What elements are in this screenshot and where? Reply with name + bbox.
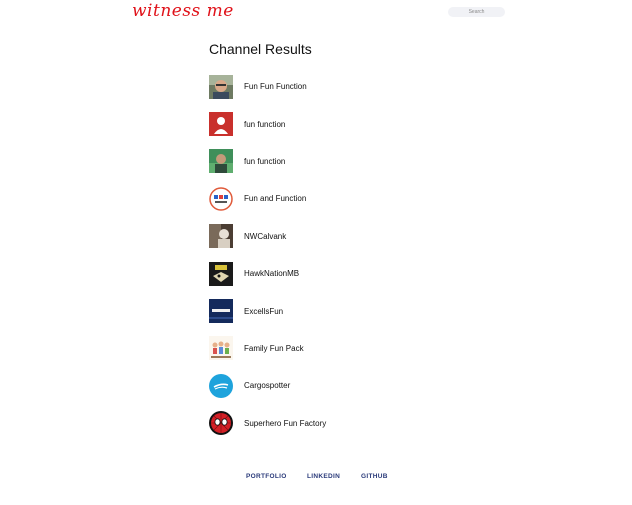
ship-logo-icon (209, 373, 233, 398)
channel-name[interactable]: Fun and Function (244, 194, 306, 203)
channel-result-item[interactable]: ExcellsFun (209, 292, 326, 329)
family-cartoon-icon (209, 336, 233, 361)
excelisfun-logo-icon (209, 299, 233, 324)
channel-result-item[interactable]: fun function (209, 143, 326, 180)
channel-result-item[interactable]: Cargospotter (209, 367, 326, 404)
channel-results-list: Fun Fun Function fun function fun functi… (209, 68, 326, 442)
channel-name[interactable]: fun function (244, 157, 285, 166)
default-user-icon (209, 112, 233, 137)
search-input[interactable] (448, 7, 505, 17)
site-logo[interactable]: witness me (132, 1, 234, 21)
channel-name[interactable]: Family Fun Pack (244, 344, 304, 353)
channel-result-item[interactable]: Family Fun Pack (209, 330, 326, 367)
github-link[interactable]: GITHUB (361, 473, 388, 480)
channel-result-item[interactable]: Fun and Function (209, 180, 326, 217)
channel-name[interactable]: fun function (244, 120, 285, 129)
hawk-logo-icon (209, 261, 233, 286)
channel-name[interactable]: ExcellsFun (244, 307, 283, 316)
channel-name[interactable]: Superhero Fun Factory (244, 419, 326, 428)
channel-result-item[interactable]: Superhero Fun Factory (209, 405, 326, 442)
linkedin-link[interactable]: LINKEDIN (307, 473, 340, 480)
funandfunction-logo-icon (209, 187, 233, 211)
portfolio-link[interactable]: PORTFOLIO (246, 473, 287, 480)
channel-name[interactable]: Fun Fun Function (244, 82, 307, 91)
channel-name[interactable]: HawkNationMB (244, 269, 299, 278)
green-photo-icon (209, 149, 233, 174)
person-photo-icon (209, 74, 233, 99)
channel-name[interactable]: Cargospotter (244, 381, 290, 390)
channel-result-item[interactable]: Fun Fun Function (209, 68, 326, 105)
channel-result-item[interactable]: fun function (209, 105, 326, 142)
channel-result-item[interactable]: NWCalvank (209, 218, 326, 255)
page-title: Channel Results (209, 41, 312, 57)
channel-name[interactable]: NWCalvank (244, 232, 286, 241)
spiderman-icon (209, 411, 233, 436)
photo-icon (209, 224, 233, 249)
channel-result-item[interactable]: HawkNationMB (209, 255, 326, 292)
